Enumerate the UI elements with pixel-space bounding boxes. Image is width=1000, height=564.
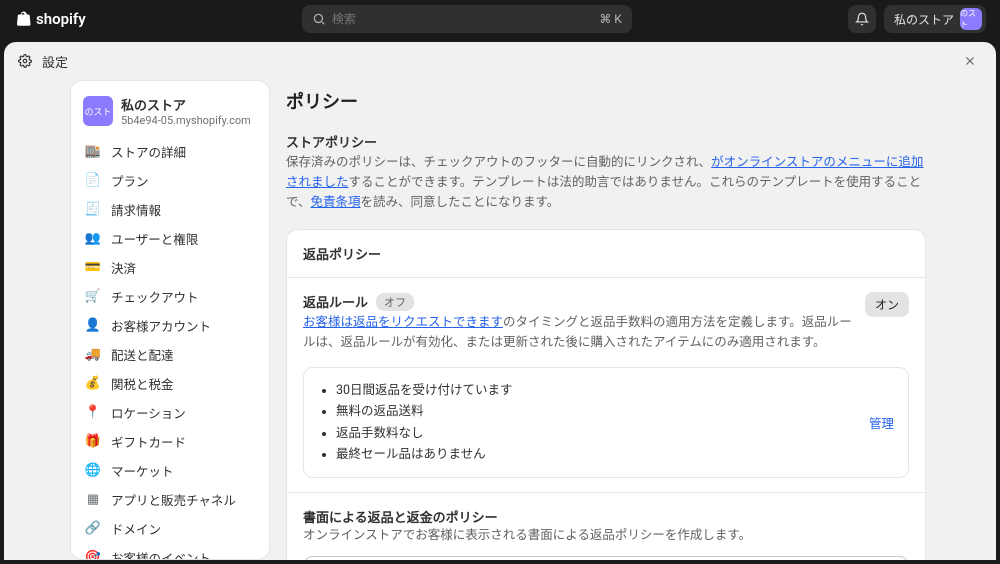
page-title: ポリシー — [286, 88, 926, 114]
sidebar-item-label: ユーザーと権限 — [111, 229, 198, 248]
disclaimer-link[interactable]: 免責条項 — [311, 195, 361, 210]
sidebar-item-label: ロケーション — [111, 403, 186, 422]
search-shortcut: ⌘ K — [599, 12, 622, 26]
sidebar-item[interactable]: 🎯 お客様のイベント — [71, 543, 269, 560]
gear-icon — [18, 54, 32, 68]
sidebar-item[interactable]: 🌐 マーケット — [71, 456, 269, 485]
avatar: のスト — [960, 8, 982, 30]
return-rule-summary: 30日間返品を受け付けています無料の返品送料返品手数料なし最終セール品はありませ… — [303, 367, 909, 478]
search-input[interactable] — [332, 12, 593, 26]
sidebar-item[interactable]: 📄 プラン — [71, 166, 269, 195]
sidebar-item-label: お客様のイベント — [111, 548, 211, 560]
brand-text: shopify — [36, 10, 86, 28]
nav-icon: 🧾 — [85, 202, 101, 218]
notifications-button[interactable] — [848, 5, 876, 33]
store-name: 私のストア — [121, 95, 251, 114]
store-menu[interactable]: 私のストア のスト — [884, 5, 986, 33]
return-rule-bullet: 30日間返品を受け付けています — [336, 380, 513, 401]
search-box[interactable]: ⌘ K — [302, 5, 632, 33]
nav-icon: 🎁 — [85, 434, 101, 450]
sidebar-item[interactable]: ▦ アプリと販売チャネル — [71, 485, 269, 514]
sidebar-item[interactable]: 🏬 ストアの詳細 — [71, 137, 269, 166]
written-policy-title: 書面による返品と返金のポリシー — [303, 507, 909, 526]
sidebar-item[interactable]: 🔗 ドメイン — [71, 514, 269, 543]
store-domain: 5b4e94-05.myshopify.com — [121, 114, 251, 127]
shopify-bag-icon — [14, 10, 32, 28]
sidebar-item[interactable]: 👤 お客様アカウント — [71, 311, 269, 340]
sidebar-item[interactable]: 🚚 配送と配達 — [71, 340, 269, 369]
settings-title: 設定 — [42, 52, 68, 71]
sidebar-item-label: 請求情報 — [111, 200, 161, 219]
settings-content: ポリシー ストアポリシー 保存済みのポリシーは、チェックアウトのフッターに自動的… — [286, 80, 930, 560]
editor-toolbar: 標準 B I U A — [304, 557, 908, 560]
nav-icon: 💳 — [85, 260, 101, 276]
sidebar-item-label: ギフトカード — [111, 432, 186, 451]
store-policy-title: ストアポリシー — [286, 132, 926, 151]
sidebar-item[interactable]: 🧾 請求情報 — [71, 195, 269, 224]
return-rule-badge: オフ — [376, 293, 414, 311]
nav-icon: 👥 — [85, 231, 101, 247]
sidebar-item-label: チェックアウト — [111, 287, 199, 306]
nav-icon: 🛒 — [85, 289, 101, 305]
store-policy-desc: 保存済みのポリシーは、チェックアウトのフッターに自動的にリンクされ、がオンライン… — [286, 153, 926, 213]
sidebar-item[interactable]: 💰 関税と税金 — [71, 369, 269, 398]
store-chip-name: 私のストア — [894, 11, 954, 28]
rich-text-editor: 標準 B I U A — [303, 556, 909, 560]
return-rule-bullet: 返品手数料なし — [336, 423, 513, 444]
settings-header: 設定 — [4, 42, 996, 80]
return-rule-bullets: 30日間返品を受け付けています無料の返品送料返品手数料なし最終セール品はありませ… — [318, 380, 513, 465]
sidebar-item[interactable]: 💳 決済 — [71, 253, 269, 282]
nav-icon: 🔗 — [85, 521, 101, 537]
shopify-logo[interactable]: shopify — [14, 10, 86, 28]
return-policy-title: 返品ポリシー — [303, 244, 909, 263]
nav-icon: 💰 — [85, 376, 101, 392]
return-policy-card: 返品ポリシー 返品ルール オフ — [286, 229, 926, 560]
search-icon — [312, 12, 326, 26]
nav-icon: 📄 — [85, 173, 101, 189]
sidebar-item[interactable]: 🛒 チェックアウト — [71, 282, 269, 311]
nav-icon: 📍 — [85, 405, 101, 421]
sidebar-item-label: プラン — [111, 171, 149, 190]
nav-icon: ▦ — [85, 492, 101, 508]
nav-icon: 🏬 — [85, 144, 101, 160]
return-rule-title: 返品ルール — [303, 292, 368, 311]
store-card[interactable]: のスト 私のストア 5b4e94-05.myshopify.com — [71, 89, 269, 137]
nav-icon: 👤 — [85, 318, 101, 334]
sidebar-item[interactable]: 👥 ユーザーと権限 — [71, 224, 269, 253]
written-policy-desc: オンラインストアでお客様に表示される書面による返品ポリシーを作成します。 — [303, 526, 909, 546]
nav-icon: 🚚 — [85, 347, 101, 363]
return-rule-desc: お客様は返品をリクエストできますのタイミングと返品手数料の適用方法を定義します。… — [303, 313, 855, 353]
bell-icon — [855, 12, 869, 26]
sidebar-item[interactable]: 🎁 ギフトカード — [71, 427, 269, 456]
sidebar-item-label: 決済 — [111, 258, 136, 277]
manage-link[interactable]: 管理 — [869, 413, 894, 432]
nav-icon: 🎯 — [85, 550, 101, 561]
nav-icon: 🌐 — [85, 463, 101, 479]
sidebar-item-label: アプリと販売チャネル — [111, 490, 236, 509]
sidebar-item-label: ドメイン — [111, 519, 161, 538]
sidebar-item-label: お客様アカウント — [111, 316, 211, 335]
settings-sidebar: のスト 私のストア 5b4e94-05.myshopify.com 🏬 ストアの詳… — [70, 80, 270, 560]
store-avatar: のスト — [83, 96, 113, 126]
sidebar-item[interactable]: 📍 ロケーション — [71, 398, 269, 427]
return-rule-bullet: 最終セール品はありません — [336, 444, 513, 465]
sidebar-item-label: ストアの詳細 — [111, 142, 186, 161]
sidebar-item-label: マーケット — [111, 461, 174, 480]
return-request-link[interactable]: お客様は返品をリクエストできます — [303, 315, 503, 330]
return-rule-bullet: 無料の返品送料 — [336, 401, 513, 422]
sidebar-item-label: 配送と配達 — [111, 345, 174, 364]
topbar: shopify ⌘ K 私のストア のスト — [0, 0, 1000, 38]
close-button[interactable] — [958, 49, 982, 73]
close-icon — [963, 54, 977, 68]
sidebar-item-label: 関税と税金 — [111, 374, 174, 393]
enable-button[interactable]: オン — [865, 292, 909, 317]
